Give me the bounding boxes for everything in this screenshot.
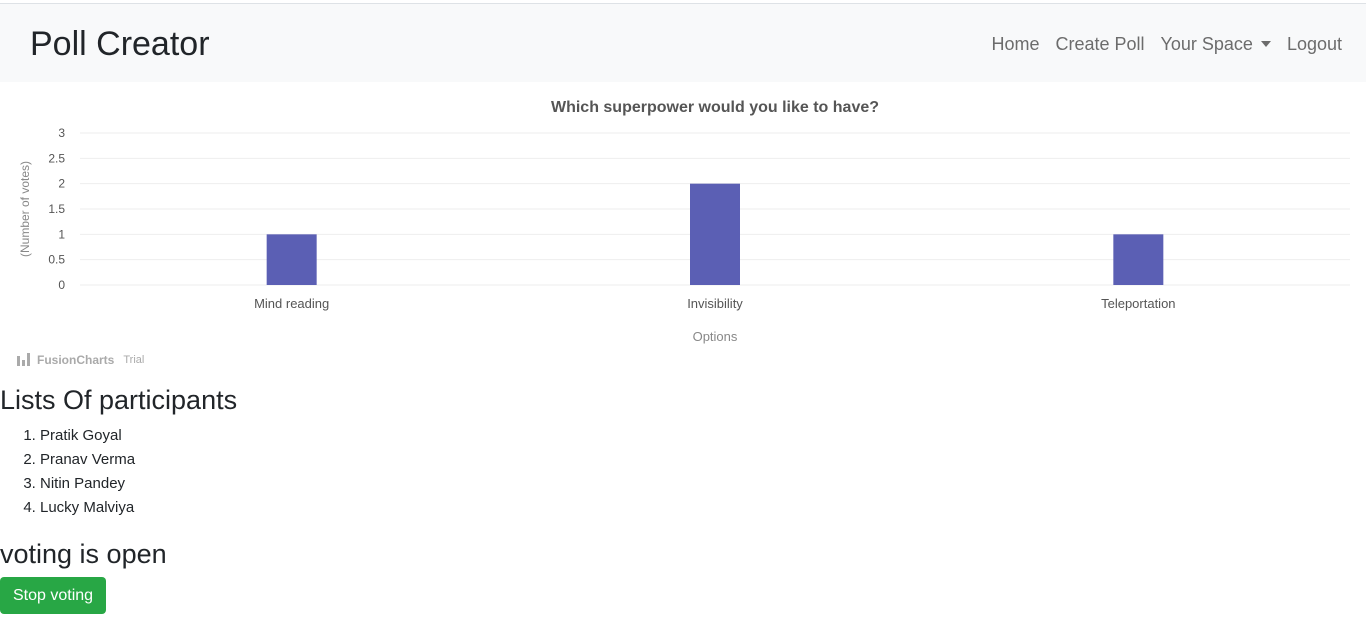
navbar: Poll Creator Home Create Poll Your Space… xyxy=(0,4,1366,82)
list-item: Pranav Verma xyxy=(40,448,135,472)
y-axis-label: (Number of votes) xyxy=(18,161,32,257)
nav-your-space-label: Your Space xyxy=(1160,34,1253,54)
fusioncharts-badge[interactable]: FusionCharts Trial xyxy=(17,353,144,367)
chart-title: Which superpower would you like to have? xyxy=(551,99,879,116)
nav-your-space-dropdown[interactable]: Your Space xyxy=(1161,32,1271,56)
bar-invisibility xyxy=(690,183,740,285)
stop-voting-button[interactable]: Stop voting xyxy=(0,577,107,614)
participants-heading: Lists Of participants xyxy=(0,385,238,415)
bar-teleportation xyxy=(1113,234,1164,285)
caret-down-icon xyxy=(1260,41,1271,47)
y-tick-label: 0 xyxy=(58,278,65,292)
voting-status: voting is open xyxy=(0,539,167,569)
y-tick-label: 1.5 xyxy=(48,202,65,216)
x-tick-label: Invisibility xyxy=(687,296,743,311)
nav-links: Home Create Poll Your Space Logout xyxy=(991,32,1342,56)
y-tick-label: 3 xyxy=(58,126,65,140)
poll-chart-svg: Which superpower would you like to have?… xyxy=(18,99,1350,344)
brand-logo[interactable]: Poll Creator xyxy=(30,24,210,64)
y-tick-label: 0.5 xyxy=(48,253,65,267)
nav-logout-link[interactable]: Logout xyxy=(1287,32,1342,56)
bar-mind-reading xyxy=(266,234,317,285)
nav-create-poll-link[interactable]: Create Poll xyxy=(1055,32,1144,56)
participants-list: Pratik Goyal Pranav Verma Nitin Pandey L… xyxy=(0,424,135,520)
nav-home-link[interactable]: Home xyxy=(991,32,1039,56)
list-item: Nitin Pandey xyxy=(40,472,135,496)
fusioncharts-name: FusionCharts xyxy=(37,353,115,367)
fusioncharts-trial: Trial xyxy=(123,354,145,366)
poll-chart: Which superpower would you like to have?… xyxy=(0,82,1366,376)
list-item: Pratik Goyal xyxy=(40,424,135,448)
y-tick-label: 2.5 xyxy=(48,151,65,165)
y-tick-label: 1 xyxy=(58,227,65,241)
x-axis-label: Options xyxy=(693,329,738,344)
y-tick-label: 2 xyxy=(58,177,65,191)
list-item: Lucky Malviya xyxy=(40,496,135,520)
x-tick-label: Mind reading xyxy=(254,296,329,311)
fusioncharts-logo-icon xyxy=(17,353,30,366)
x-tick-label: Teleportation xyxy=(1101,296,1175,311)
